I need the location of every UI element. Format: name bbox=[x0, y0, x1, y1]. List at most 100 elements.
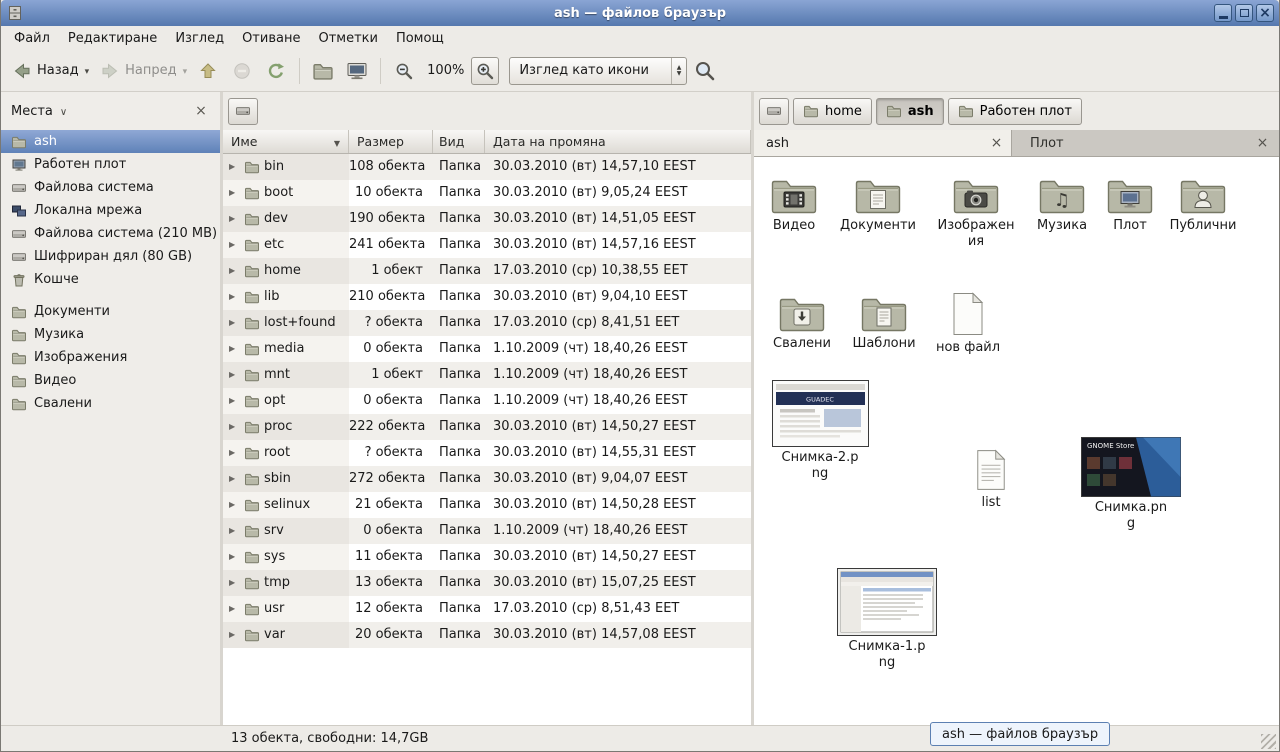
sidebar-item[interactable]: Работен плот bbox=[1, 153, 220, 176]
file-name: var bbox=[264, 622, 285, 648]
sidebar-item[interactable]: Кошче bbox=[1, 268, 220, 291]
close-icon bbox=[1259, 6, 1271, 21]
icon-view-item[interactable]: GUADECСнимка-2.png bbox=[765, 380, 875, 482]
tree-row[interactable]: srv0 обектаПапка1.10.2009 (чт) 18,40,26 … bbox=[223, 518, 751, 544]
icon-view-item[interactable]: GNOME StoreСнимка.png bbox=[1076, 437, 1186, 532]
back-history-dropdown[interactable] bbox=[85, 59, 93, 82]
search-button[interactable] bbox=[689, 55, 721, 87]
tree-row[interactable]: bin108 обектаПапка30.03.2010 (вт) 14,57,… bbox=[223, 154, 751, 180]
menu-go[interactable]: Отиване bbox=[233, 28, 309, 49]
zoom-in-button[interactable] bbox=[471, 57, 499, 85]
sidebar-item[interactable]: Документи bbox=[1, 300, 220, 323]
sidebar-item[interactable]: Музика bbox=[1, 323, 220, 346]
sidebar-item[interactable]: Свалени bbox=[1, 392, 220, 415]
menu-edit[interactable]: Редактиране bbox=[59, 28, 166, 49]
column-header-type[interactable]: Вид bbox=[433, 130, 485, 153]
tree-row[interactable]: dev190 обектаПапка30.03.2010 (вт) 14,51,… bbox=[223, 206, 751, 232]
sidebar-item[interactable]: ash bbox=[1, 130, 220, 153]
file-name: etc bbox=[264, 232, 284, 258]
tree-row[interactable]: etc241 обектаПапка30.03.2010 (вт) 14,57,… bbox=[223, 232, 751, 258]
sidebar-item[interactable]: Видео bbox=[1, 369, 220, 392]
expander-icon[interactable] bbox=[229, 544, 240, 570]
forward-history-dropdown[interactable] bbox=[183, 59, 191, 82]
sidebar-item[interactable]: Файлова система (210 MB) bbox=[1, 222, 220, 245]
tab-close-icon[interactable] bbox=[988, 135, 1005, 152]
icon-view[interactable]: ВидеоДокументиИзображения♫МузикаПлотПубл… bbox=[754, 157, 1279, 725]
tree-row[interactable]: tmp13 обектаПапка30.03.2010 (вт) 15,07,2… bbox=[223, 570, 751, 596]
column-header-size[interactable]: Размер bbox=[349, 130, 433, 153]
back-button[interactable]: Назад bbox=[6, 56, 83, 86]
tree-row[interactable]: opt0 обектаПапка1.10.2009 (чт) 18,40,26 … bbox=[223, 388, 751, 414]
view-mode-select[interactable]: Изглед като икони bbox=[509, 57, 687, 85]
home-button[interactable] bbox=[307, 55, 339, 87]
expander-icon[interactable] bbox=[229, 388, 240, 414]
tab-plot[interactable]: Плот bbox=[1012, 130, 1279, 156]
icon-view-item[interactable]: нов файл bbox=[913, 291, 1023, 356]
column-header-date[interactable]: Дата на промяна bbox=[485, 130, 751, 153]
expander-icon[interactable] bbox=[229, 570, 240, 596]
icon-view-item[interactable]: list bbox=[936, 448, 1046, 511]
tree-row[interactable]: boot10 обектаПапка30.03.2010 (вт) 9,05,2… bbox=[223, 180, 751, 206]
expander-icon[interactable] bbox=[229, 232, 240, 258]
resize-grip[interactable] bbox=[1261, 734, 1276, 749]
sidebar-close-button[interactable] bbox=[192, 102, 210, 120]
tree-row[interactable]: selinux21 обектаПапка30.03.2010 (вт) 14,… bbox=[223, 492, 751, 518]
minimize-button[interactable] bbox=[1214, 4, 1232, 22]
tree-row[interactable]: usr12 обектаПапка17.03.2010 (ср) 8,51,43… bbox=[223, 596, 751, 622]
title-bar[interactable]: ash — файлов браузър bbox=[1, 0, 1279, 26]
column-header-name[interactable]: Име bbox=[223, 130, 349, 153]
expander-icon[interactable] bbox=[229, 466, 240, 492]
expander-icon[interactable] bbox=[229, 492, 240, 518]
expander-icon[interactable] bbox=[229, 206, 240, 232]
tree-row[interactable]: lost+found? обектаПапка17.03.2010 (ср) 8… bbox=[223, 310, 751, 336]
reload-button[interactable] bbox=[260, 55, 292, 87]
sidebar-item[interactable]: Файлова система bbox=[1, 176, 220, 199]
tree-row[interactable]: lib210 обектаПапка30.03.2010 (вт) 9,04,1… bbox=[223, 284, 751, 310]
sidebar-item[interactable]: Шифриран дял (80 GB) bbox=[1, 245, 220, 268]
expander-icon[interactable] bbox=[229, 362, 240, 388]
maximize-button[interactable] bbox=[1235, 4, 1253, 22]
stop-button[interactable] bbox=[226, 55, 258, 87]
root-location-button[interactable] bbox=[228, 98, 258, 125]
tree-row[interactable]: media0 обектаПапка1.10.2009 (чт) 18,40,2… bbox=[223, 336, 751, 362]
expander-icon[interactable] bbox=[229, 258, 240, 284]
tab-ash[interactable]: ash bbox=[754, 130, 1012, 156]
expander-icon[interactable] bbox=[229, 284, 240, 310]
expander-icon[interactable] bbox=[229, 180, 240, 206]
up-button[interactable] bbox=[192, 55, 224, 87]
menu-help[interactable]: Помощ bbox=[387, 28, 453, 49]
expander-icon[interactable] bbox=[229, 596, 240, 622]
tree-row[interactable]: home1 обектПапка17.03.2010 (ср) 10,38,55… bbox=[223, 258, 751, 284]
expander-icon[interactable] bbox=[229, 154, 240, 180]
close-button[interactable] bbox=[1256, 4, 1274, 22]
expander-icon[interactable] bbox=[229, 440, 240, 466]
expander-icon[interactable] bbox=[229, 518, 240, 544]
icon-view-item[interactable]: Публични bbox=[1148, 175, 1258, 234]
icon-view-item[interactable]: Снимка-1.png bbox=[832, 568, 942, 671]
path-button[interactable]: Работен плот bbox=[948, 98, 1082, 125]
expander-icon[interactable] bbox=[229, 336, 240, 362]
tree-row[interactable]: root? обектаПапка30.03.2010 (вт) 14,55,3… bbox=[223, 440, 751, 466]
zoom-out-button[interactable] bbox=[388, 55, 420, 87]
tree-row[interactable]: mnt1 обектПапка1.10.2009 (чт) 18,40,26 E… bbox=[223, 362, 751, 388]
menu-view[interactable]: Изглед bbox=[166, 28, 233, 49]
tab-close-icon[interactable] bbox=[1254, 135, 1271, 152]
path-button[interactable]: home bbox=[793, 98, 872, 125]
sidebar-title-select[interactable]: Места bbox=[11, 104, 67, 119]
tree-row[interactable]: sbin272 обектаПапка30.03.2010 (вт) 9,04,… bbox=[223, 466, 751, 492]
expander-icon[interactable] bbox=[229, 414, 240, 440]
computer-button[interactable] bbox=[341, 55, 373, 87]
expander-icon[interactable] bbox=[229, 622, 240, 648]
expander-icon[interactable] bbox=[229, 310, 240, 336]
sidebar-item[interactable]: Локална мрежа bbox=[1, 199, 220, 222]
tree-row[interactable]: var20 обектаПапка30.03.2010 (вт) 14,57,0… bbox=[223, 622, 751, 648]
tree-row[interactable]: sys11 обектаПапка30.03.2010 (вт) 14,50,2… bbox=[223, 544, 751, 570]
forward-button[interactable]: Напред bbox=[94, 56, 180, 86]
tree-row[interactable]: proc222 обектаПапка30.03.2010 (вт) 14,50… bbox=[223, 414, 751, 440]
root-location-button[interactable] bbox=[759, 98, 789, 125]
sidebar-item[interactable]: Изображения bbox=[1, 346, 220, 369]
menu-file[interactable]: Файл bbox=[5, 28, 59, 49]
path-button[interactable]: ash bbox=[876, 98, 944, 125]
menu-bookmarks[interactable]: Отметки bbox=[309, 28, 386, 49]
icon-view-item[interactable]: Документи bbox=[823, 175, 933, 234]
